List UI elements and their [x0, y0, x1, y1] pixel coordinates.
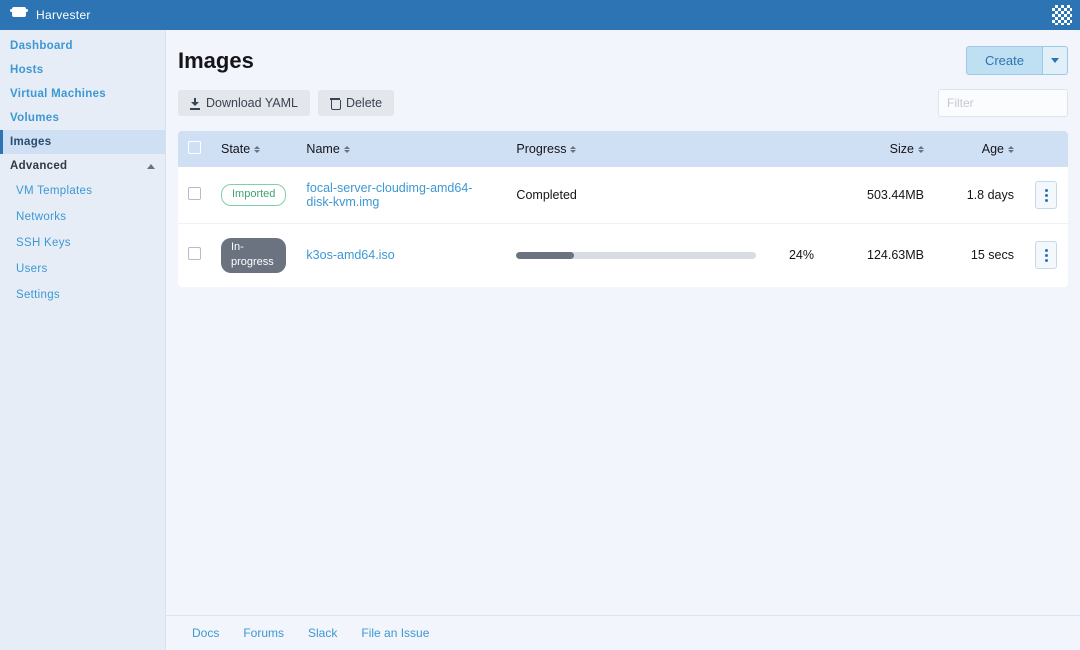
- sort-icon: [918, 146, 924, 153]
- col-name[interactable]: Name: [296, 131, 506, 167]
- brand-logo-icon: [10, 7, 28, 23]
- footer-link-slack[interactable]: Slack: [308, 626, 337, 640]
- row-actions-button[interactable]: [1035, 181, 1057, 209]
- brand[interactable]: Harvester: [8, 7, 91, 23]
- footer: Docs Forums Slack File an Issue: [166, 615, 1080, 650]
- table-row: Imported focal-server-cloudimg-amd64-disk…: [178, 167, 1068, 224]
- col-progress[interactable]: Progress: [506, 131, 824, 167]
- col-size[interactable]: Size: [824, 131, 934, 167]
- chevron-up-icon: [147, 164, 155, 169]
- trash-icon: [330, 98, 340, 109]
- download-yaml-label: Download YAML: [206, 96, 298, 110]
- sidebar-item-hosts[interactable]: Hosts: [0, 58, 165, 82]
- kebab-icon: [1045, 194, 1048, 197]
- sort-icon: [570, 146, 576, 153]
- sidebar-item-ssh-keys[interactable]: SSH Keys: [6, 230, 165, 256]
- primary-nav: Dashboard Hosts Virtual Machines Volumes…: [0, 30, 165, 308]
- sidebar-item-volumes[interactable]: Volumes: [0, 106, 165, 130]
- sort-icon: [1008, 146, 1014, 153]
- progress-percent: 24%: [774, 248, 814, 262]
- kebab-icon: [1045, 254, 1048, 257]
- sidebar: Dashboard Hosts Virtual Machines Volumes…: [0, 30, 166, 650]
- sidebar-group-advanced[interactable]: Advanced: [0, 154, 165, 178]
- col-age[interactable]: Age: [934, 131, 1024, 167]
- images-table: State Name Progress Size Age Imported foc…: [178, 131, 1068, 287]
- create-button-group: Create: [966, 46, 1068, 75]
- select-all-checkbox[interactable]: [188, 141, 201, 154]
- age-cell: 15 secs: [934, 224, 1024, 287]
- download-icon: [190, 98, 200, 108]
- sidebar-item-users[interactable]: Users: [6, 256, 165, 282]
- create-dropdown-button[interactable]: [1043, 46, 1068, 75]
- progress-text: Completed: [516, 188, 576, 202]
- image-name-link[interactable]: focal-server-cloudimg-amd64-disk-kvm.img: [306, 181, 472, 209]
- progress-bar: [516, 252, 756, 259]
- footer-link-docs[interactable]: Docs: [192, 626, 219, 640]
- sidebar-group-advanced-label: Advanced: [10, 160, 67, 172]
- filter-input[interactable]: [938, 89, 1068, 117]
- sidebar-item-virtual-machines[interactable]: Virtual Machines: [0, 82, 165, 106]
- sidebar-item-dashboard[interactable]: Dashboard: [0, 34, 165, 58]
- table-row: In-progress k3os-amd64.iso 24% 124.63MB15 s…: [178, 224, 1068, 287]
- main: Images Create Download YAML De: [166, 30, 1080, 650]
- sort-icon: [344, 146, 350, 153]
- col-state[interactable]: State: [211, 131, 296, 167]
- create-button[interactable]: Create: [966, 46, 1043, 75]
- sidebar-item-vm-templates[interactable]: VM Templates: [6, 178, 165, 204]
- sidebar-item-images[interactable]: Images: [0, 130, 165, 154]
- status-badge: In-progress: [221, 238, 286, 273]
- sidebar-item-settings[interactable]: Settings: [6, 282, 165, 308]
- brand-name: Harvester: [36, 8, 91, 22]
- chevron-down-icon: [1051, 58, 1059, 63]
- sidebar-item-networks[interactable]: Networks: [6, 204, 165, 230]
- footer-link-forums[interactable]: Forums: [243, 626, 284, 640]
- footer-link-file-issue[interactable]: File an Issue: [361, 626, 429, 640]
- age-cell: 1.8 days: [934, 167, 1024, 224]
- row-checkbox[interactable]: [188, 187, 201, 200]
- sort-icon: [254, 146, 260, 153]
- size-cell: 124.63MB: [824, 224, 934, 287]
- user-avatar-icon[interactable]: [1052, 5, 1072, 25]
- image-name-link[interactable]: k3os-amd64.iso: [306, 248, 394, 262]
- size-cell: 503.44MB: [824, 167, 934, 224]
- topbar: Harvester: [0, 0, 1080, 30]
- delete-button[interactable]: Delete: [318, 90, 394, 116]
- download-yaml-button[interactable]: Download YAML: [178, 90, 310, 116]
- row-checkbox[interactable]: [188, 247, 201, 260]
- status-badge: Imported: [221, 184, 286, 205]
- delete-label: Delete: [346, 96, 382, 110]
- row-actions-button[interactable]: [1035, 241, 1057, 269]
- page-title: Images: [178, 48, 254, 74]
